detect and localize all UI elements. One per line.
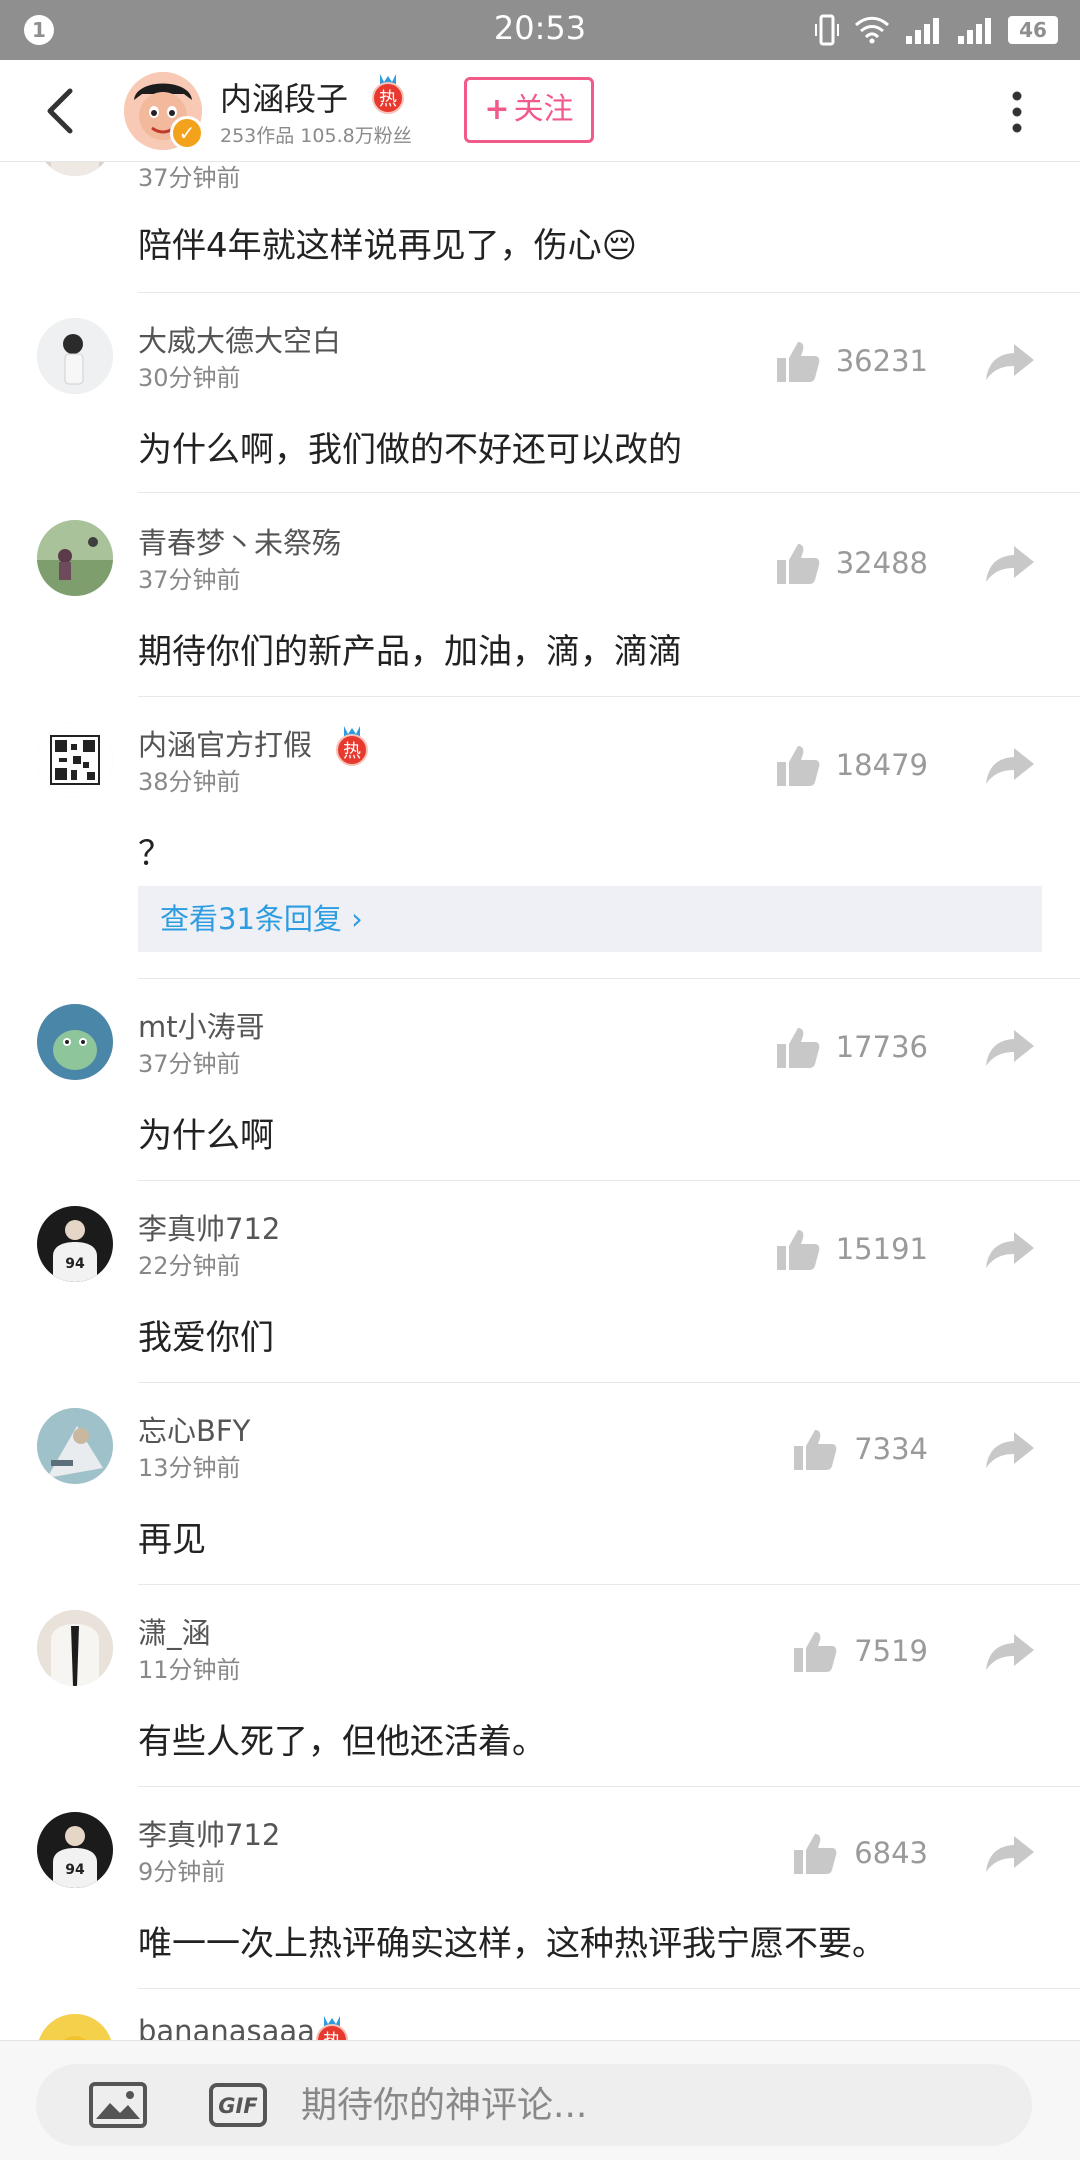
comment-time: 38分钟前 [138, 768, 241, 796]
svg-text:热: 热 [323, 2031, 341, 2040]
comment-time: 11分钟前 [138, 1656, 241, 1684]
svg-text:热: 热 [379, 89, 397, 110]
like-count: 36231 [835, 344, 928, 378]
svg-text:GIF: GIF [218, 2094, 258, 2118]
plus-icon: + [484, 92, 510, 127]
thumbs-up-icon[interactable] [775, 542, 821, 586]
user-avatar[interactable] [37, 318, 113, 394]
hot-badge-icon: 热 [314, 2016, 350, 2040]
comment-text: 有些人死了，但他还活着。 [138, 1722, 546, 1762]
comment-text: 陪伴4年就这样说再见了，伤心😔 [138, 226, 638, 266]
user-avatar[interactable] [37, 520, 113, 596]
user-avatar[interactable]: 94 [37, 1206, 113, 1282]
share-arrow-icon[interactable] [984, 1028, 1036, 1068]
comment-text: 我爱你们 [138, 1318, 274, 1358]
follow-button[interactable]: + 关注 [464, 77, 594, 143]
view-replies-link[interactable]: 查看31条回复 › [138, 886, 1042, 952]
back-arrow-icon[interactable] [40, 87, 80, 135]
comment-time: 30分钟前 [138, 364, 241, 392]
comment-text: 为什么啊 [138, 1116, 274, 1156]
battery-icon: 46 [1008, 16, 1058, 44]
user-avatar[interactable] [37, 1408, 113, 1484]
comment-divider [138, 292, 1080, 293]
share-arrow-icon[interactable] [984, 746, 1036, 786]
thumbs-up-icon[interactable] [775, 744, 821, 788]
system-icons: 46 [814, 12, 1058, 48]
comment-divider [138, 1988, 1080, 1989]
comment-time: 9分钟前 [138, 1858, 226, 1886]
comment-text: 为什么啊，我们做的不好还可以改的 [138, 430, 682, 470]
app-header: ✓ 内涵段子 热 253作品 105.8万粉丝 + 关注 [0, 60, 1080, 162]
user-avatar[interactable] [37, 722, 113, 798]
like-count: 15191 [835, 1232, 928, 1266]
comment-username[interactable]: 忘心BFY [138, 1408, 250, 1450]
thumbs-up-icon[interactable] [775, 1228, 821, 1272]
share-arrow-icon[interactable] [984, 342, 1036, 382]
image-icon[interactable] [88, 2081, 148, 2129]
comment-text: 期待你们的新产品，加油，滴，滴滴 [138, 632, 682, 672]
comment-divider [138, 1382, 1080, 1383]
share-arrow-icon[interactable] [984, 544, 1036, 584]
wifi-icon [854, 16, 890, 44]
comment-username[interactable]: 青春梦丶未祭殇 [138, 520, 341, 562]
comment-username[interactable]: 大威大德大空白 [138, 318, 341, 360]
comment-time: 22分钟前 [138, 1252, 241, 1280]
more-vertical-icon[interactable] [1000, 88, 1034, 136]
comment-text: 再见 [138, 1520, 206, 1560]
signal-icon [958, 18, 991, 44]
svg-text:热: 热 [343, 741, 361, 762]
comment-time: 13分钟前 [138, 1454, 241, 1482]
comment-input-bar: GIF [0, 2040, 1080, 2160]
share-arrow-icon[interactable] [984, 1632, 1036, 1672]
comment-text: 唯一一次上热评确实这样，这种热评我宁愿不要。 [138, 1924, 886, 1964]
comment-username[interactable]: 潇_涵 [138, 1610, 211, 1652]
comment-username[interactable]: 李真帅712 [138, 1812, 280, 1854]
like-count: 6843 [854, 1836, 928, 1870]
comment-username[interactable]: bananasaaa [138, 2014, 315, 2040]
like-count: 7334 [854, 1432, 928, 1466]
comment-time: 37分钟前 [138, 1050, 241, 1078]
comment-divider [138, 492, 1080, 493]
share-arrow-icon[interactable] [984, 1230, 1036, 1270]
comment-list[interactable]: 37分钟前 陪伴4年就这样说再见了，伤心😔 大威大德大空白 30分钟前 3623… [0, 0, 1080, 2040]
user-avatar[interactable] [37, 1610, 113, 1686]
comment-time: 37分钟前 [138, 164, 241, 192]
comment-divider [138, 1180, 1080, 1181]
comment-time: 37分钟前 [138, 566, 241, 594]
user-avatar[interactable]: 94 [37, 1812, 113, 1888]
signal-icon [906, 18, 939, 44]
comment-username[interactable]: mt小涛哥 [138, 1004, 265, 1046]
thumbs-up-icon[interactable] [775, 340, 821, 384]
like-count: 17736 [835, 1030, 928, 1064]
like-count: 7519 [854, 1634, 928, 1668]
verified-check-icon: ✓ [170, 116, 204, 150]
like-count: 18479 [835, 748, 928, 782]
status-bar: 1 20:53 46 [0, 0, 1080, 60]
like-count: 32488 [835, 546, 928, 580]
channel-title: 内涵段子 [220, 80, 349, 118]
comment-divider [138, 696, 1080, 697]
comment-input[interactable] [301, 2076, 1001, 2134]
comment-divider [138, 1786, 1080, 1787]
channel-stats: 253作品 105.8万粉丝 [220, 125, 412, 147]
gif-icon[interactable]: GIF [208, 2082, 268, 2128]
comment-input-container[interactable]: GIF [36, 2064, 1032, 2146]
share-arrow-icon[interactable] [984, 1834, 1036, 1874]
vibrate-icon [815, 14, 839, 46]
comment-divider [138, 1584, 1080, 1585]
comment-text: ？ [138, 834, 172, 874]
comment-divider [138, 978, 1080, 979]
hot-badge-icon: 热 [334, 726, 370, 766]
share-arrow-icon[interactable] [984, 1430, 1036, 1470]
hot-badge-icon: 热 [370, 74, 406, 114]
user-avatar[interactable] [37, 2014, 113, 2040]
comment-username[interactable]: 李真帅712 [138, 1206, 280, 1248]
svg-text:94: 94 [65, 1256, 85, 1272]
svg-text:94: 94 [65, 1862, 85, 1878]
comment-username[interactable]: 内涵官方打假 [138, 722, 312, 764]
user-avatar[interactable] [37, 1004, 113, 1080]
follow-label: 关注 [513, 92, 574, 127]
thumbs-up-icon[interactable] [775, 1026, 821, 1070]
